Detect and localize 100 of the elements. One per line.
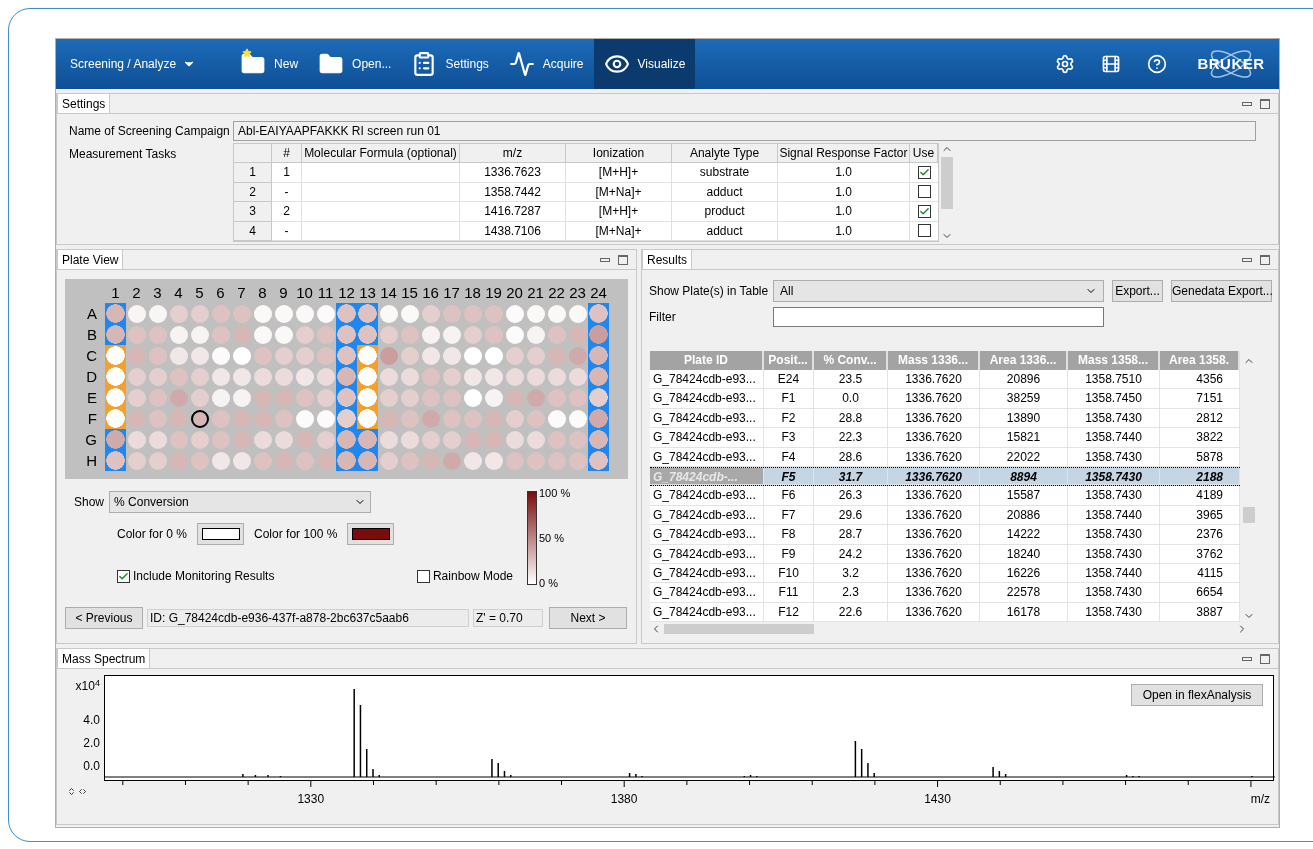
control-well[interactable] [588, 387, 609, 408]
maximize-icon[interactable] [618, 255, 628, 265]
film-icon[interactable] [1101, 54, 1121, 74]
export-button[interactable]: Export... [1112, 280, 1163, 302]
control-well[interactable] [105, 345, 126, 366]
toolbar-button[interactable]: New [230, 39, 309, 89]
panel-tab[interactable]: Plate View [57, 249, 124, 269]
control-well[interactable] [336, 450, 357, 471]
minimize-icon[interactable] [600, 258, 610, 262]
control-well[interactable] [336, 387, 357, 408]
maximize-icon[interactable] [1260, 654, 1270, 664]
control-well[interactable] [357, 366, 378, 387]
minimize-icon[interactable] [1242, 258, 1252, 262]
horizontal-zoom-icon[interactable] [78, 787, 87, 796]
column-header[interactable]: # [272, 144, 302, 163]
checkbox[interactable] [917, 185, 931, 199]
control-well[interactable] [105, 366, 126, 387]
minimize-icon[interactable] [1242, 102, 1252, 106]
control-well[interactable] [357, 303, 378, 324]
table-row[interactable]: G_78424cdb-e93... F11 2.3 1336.7620 22578 1358.7430 6654 [650, 583, 1240, 603]
display-dropdown[interactable]: % Conversion [109, 491, 372, 513]
toolbar-button[interactable]: Acquire [498, 39, 594, 89]
column-header[interactable]: Use [910, 144, 938, 163]
toolbar-button[interactable]: Visualize [593, 39, 696, 89]
checkbox[interactable] [117, 569, 130, 583]
maximize-icon[interactable] [1260, 255, 1270, 265]
control-well[interactable] [336, 429, 357, 450]
control-well[interactable] [336, 408, 357, 429]
control-well[interactable] [357, 429, 378, 450]
table-row[interactable]: G_78424cdb-e93... F9 24.2 1336.7620 18240 1358.7430 3762 [650, 544, 1240, 564]
control-well[interactable] [357, 345, 378, 366]
maximize-icon[interactable] [1260, 99, 1270, 109]
plate-dropdown[interactable]: All [773, 280, 1104, 302]
control-well[interactable] [588, 408, 609, 429]
control-well[interactable] [588, 324, 609, 345]
toolbar-button[interactable]: Settings [401, 39, 499, 89]
control-well[interactable] [105, 324, 126, 345]
control-well[interactable] [357, 324, 378, 345]
control-well[interactable] [588, 303, 609, 324]
control-well[interactable] [336, 345, 357, 366]
minimize-icon[interactable] [1242, 657, 1252, 661]
perspective-dropdown[interactable]: Screening / Analyze [56, 39, 211, 89]
scroll-thumb[interactable] [664, 624, 814, 635]
table-cell: 1358.7430 [1068, 583, 1160, 603]
checkbox-label[interactable]: Include Monitoring Results [133, 567, 275, 585]
control-well[interactable] [588, 429, 609, 450]
table-row[interactable]: G_78424cdb-e93... F2 28.8 1336.7620 13890 1358.7430 2812 [650, 408, 1240, 429]
table-row[interactable]: G_78424cdb-... F5 31.7 1336.7620 8894 1358.7430 2188 [650, 466, 1240, 487]
column-header[interactable]: Molecular Formula (optional) [302, 144, 460, 163]
control-well[interactable] [357, 408, 378, 429]
control-well[interactable] [105, 303, 126, 324]
control-well[interactable] [105, 408, 126, 429]
table-row[interactable]: G_78424cdb-e93... F8 28.7 1336.7620 14222 1358.7430 2376 [650, 525, 1240, 545]
control-well[interactable] [588, 366, 609, 387]
checkbox[interactable] [917, 204, 931, 218]
table-row[interactable]: G_78424cdb-e93... F12 22.6 1336.7620 16178 1358.7430 3887 [650, 602, 1240, 623]
open-in-flexanalysis-button[interactable]: Open in flexAnalysis [1131, 684, 1263, 706]
help-icon[interactable] [1147, 54, 1167, 74]
vertical-zoom-icon[interactable] [67, 787, 76, 796]
previous-button[interactable]: < Previous [65, 607, 143, 629]
scroll-thumb[interactable] [1242, 507, 1255, 523]
control-well[interactable] [357, 387, 378, 408]
control-well[interactable] [336, 366, 357, 387]
column-header[interactable]: m/z [460, 144, 566, 163]
checkbox[interactable] [917, 165, 931, 179]
column-header[interactable]: Analyte Type [672, 144, 778, 163]
checkbox-label[interactable]: Rainbow Mode [432, 567, 513, 585]
control-well[interactable] [105, 450, 126, 471]
table-row[interactable]: G_78424cdb-e93... F10 3.2 1336.7620 16226 1358.7440 4115 [650, 563, 1240, 584]
control-well[interactable] [336, 324, 357, 345]
table-cell: - [272, 182, 302, 202]
panel-tab[interactable]: Settings [57, 93, 111, 113]
control-well[interactable] [105, 429, 126, 450]
control-well[interactable] [357, 450, 378, 471]
control-well[interactable] [336, 303, 357, 324]
table-row[interactable]: G_78424cdb-e93... F6 26.3 1336.7620 15587 1358.7430 4189 [650, 486, 1240, 506]
well[interactable] [190, 409, 209, 428]
checkbox[interactable] [917, 224, 931, 238]
settings-icon[interactable] [1055, 54, 1075, 74]
column-header[interactable]: Ionization [566, 144, 672, 163]
control-well[interactable] [588, 345, 609, 366]
table-row[interactable]: G_78424cdb-e93... E24 23.5 1336.7620 20896 1358.7510 4356 [650, 370, 1240, 390]
control-well[interactable] [588, 450, 609, 471]
table-row[interactable]: G_78424cdb-e93... F7 29.6 1336.7620 20886 1358.7440 3965 [650, 505, 1240, 526]
filter-field[interactable] [773, 307, 1104, 327]
table-row[interactable]: G_78424cdb-e93... F1 0.0 1336.7620 38259 1358.7450 7151 [650, 389, 1240, 409]
table-row[interactable]: G_78424cdb-e93... F4 28.6 1336.7620 22022 1358.7430 5878 [650, 447, 1240, 467]
scroll-thumb[interactable] [941, 157, 953, 209]
panel-tab[interactable]: Results [642, 249, 692, 269]
checkbox[interactable] [416, 569, 430, 583]
campaign-name-field[interactable]: Abl-EAIYAAPFAKKK RI screen run 01 [233, 121, 1256, 141]
table-row[interactable]: G_78424cdb-e93... F3 22.3 1336.7620 15821 1358.7440 3822 [650, 428, 1240, 448]
next-button[interactable]: Next > [549, 607, 627, 629]
genedata-export-button[interactable]: Genedata Export... [1171, 280, 1272, 302]
color-picker-button[interactable] [347, 523, 395, 545]
column-header[interactable]: Signal Response Factor [778, 144, 910, 163]
toolbar-button[interactable]: Open... [308, 39, 402, 89]
panel-tab[interactable]: Mass Spectrum [57, 648, 151, 668]
color-picker-button[interactable] [197, 523, 245, 545]
control-well[interactable] [105, 387, 126, 408]
